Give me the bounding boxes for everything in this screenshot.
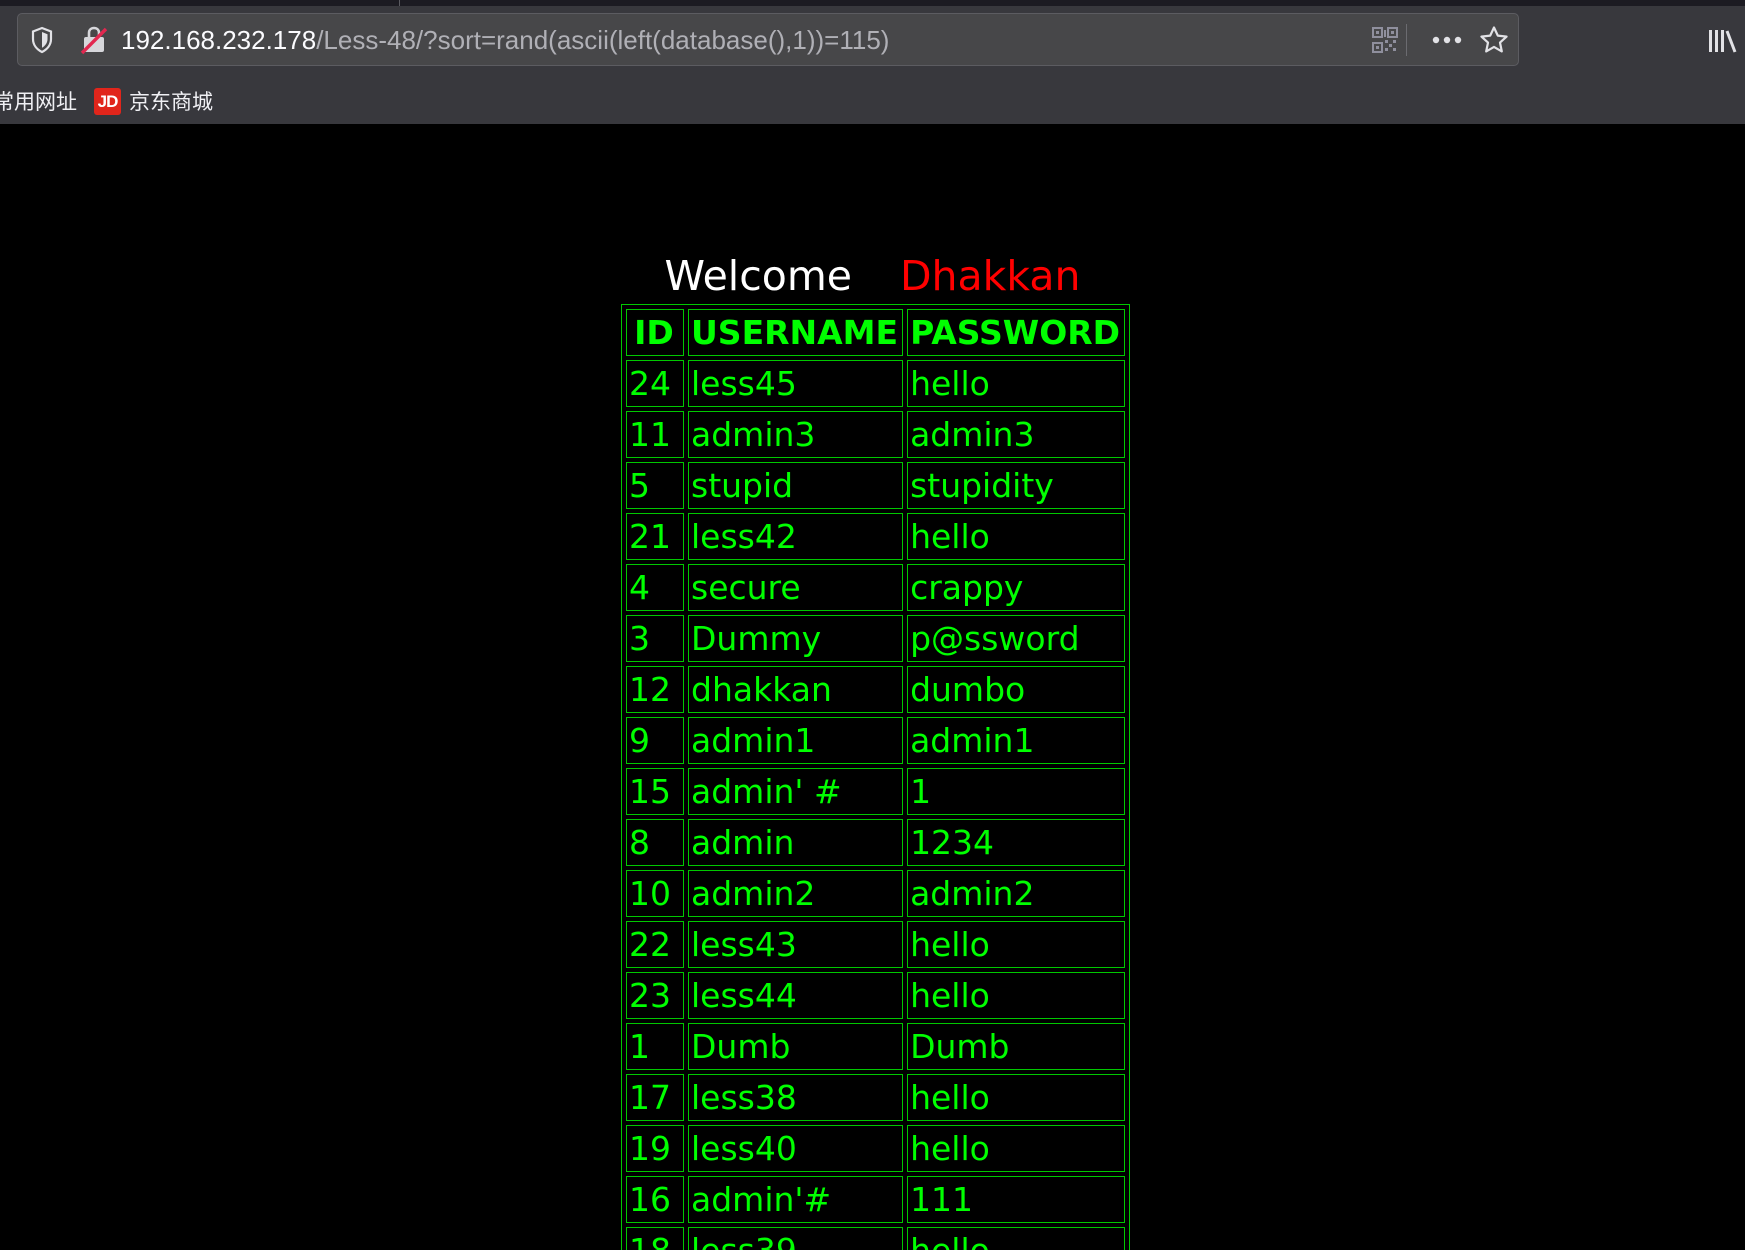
url-host: 192.168.232.178 [121, 25, 317, 55]
cell-username: admin1 [688, 717, 904, 764]
browser-chrome: 192.168.232.178/Less-48/?sort=rand(ascii… [0, 0, 1745, 124]
cell-password: 1234 [907, 819, 1126, 866]
column-header-username: USERNAME [688, 309, 904, 356]
table-row: 10 admin2 admin2 [626, 870, 1126, 917]
cell-username: admin' # [688, 768, 904, 815]
cell-password: p@ssword [907, 615, 1126, 662]
jd-logo-icon: JD [94, 88, 121, 115]
cell-id: 3 [626, 615, 684, 662]
cell-id: 4 [626, 564, 684, 611]
table-row: 9 admin1 admin1 [626, 717, 1126, 764]
insecure-lock-icon[interactable] [80, 25, 108, 55]
cell-id: 11 [626, 411, 684, 458]
cell-username: secure [688, 564, 904, 611]
tab-strip [0, 0, 1745, 6]
shield-icon[interactable] [30, 26, 54, 54]
bookmark-jd-mall[interactable]: 京东商城 [129, 88, 213, 116]
cell-username: less45 [688, 360, 904, 407]
cell-password: 1 [907, 768, 1126, 815]
welcome-text: Welcome [664, 252, 852, 300]
column-header-id: ID [626, 309, 684, 356]
table-row: 24 less45 hello [626, 360, 1126, 407]
users-table: ID USERNAME PASSWORD 24 less45 hello 11 admi… [621, 304, 1131, 1250]
cell-password: 111 [907, 1176, 1126, 1223]
cell-username: admin2 [688, 870, 904, 917]
cell-password: dumbo [907, 666, 1126, 713]
cell-username: less43 [688, 921, 904, 968]
cell-username: less42 [688, 513, 904, 560]
cell-username: less40 [688, 1125, 904, 1172]
cell-id: 22 [626, 921, 684, 968]
cell-username: stupid [688, 462, 904, 509]
url-text[interactable]: 192.168.232.178/Less-48/?sort=rand(ascii… [121, 24, 889, 56]
url-path: /Less-48/?sort=rand(ascii(left(database(… [316, 25, 890, 55]
cell-id: 21 [626, 513, 684, 560]
column-header-password: PASSWORD [907, 309, 1126, 356]
table-row: 21 less42 hello [626, 513, 1126, 560]
library-icon[interactable] [1707, 27, 1737, 55]
cell-username: less39 [688, 1227, 904, 1250]
cell-id: 23 [626, 972, 684, 1019]
cell-password: admin3 [907, 411, 1126, 458]
cell-id: 24 [626, 360, 684, 407]
welcome-name: Dhakkan [899, 252, 1081, 300]
qr-code-icon[interactable] [1372, 27, 1398, 53]
cell-password: crappy [907, 564, 1126, 611]
cell-password: hello [907, 921, 1126, 968]
address-bar[interactable]: 192.168.232.178/Less-48/?sort=rand(ascii… [17, 13, 1519, 66]
cell-id: 15 [626, 768, 684, 815]
tab-separator [399, 0, 400, 6]
cell-password: admin1 [907, 717, 1126, 764]
cell-id: 19 [626, 1125, 684, 1172]
cell-username: less44 [688, 972, 904, 1019]
cell-id: 10 [626, 870, 684, 917]
cell-username: Dumb [688, 1023, 904, 1070]
cell-id: 12 [626, 666, 684, 713]
cell-username: dhakkan [688, 666, 904, 713]
table-row: 15 admin' #1 [626, 768, 1126, 815]
bookmark-common-sites[interactable]: 常用网址 [0, 88, 77, 116]
welcome-heading: Welcome Dhakkan [0, 250, 1745, 302]
table-row: 8 admin 1234 [626, 819, 1126, 866]
cell-username: admin'# [688, 1176, 904, 1223]
cell-password: stupidity [907, 462, 1126, 509]
cell-id: 5 [626, 462, 684, 509]
cell-password: hello [907, 1227, 1126, 1250]
table-header-row: ID USERNAME PASSWORD [626, 309, 1126, 356]
table-row: 16 admin'# 111 [626, 1176, 1126, 1223]
cell-password: admin2 [907, 870, 1126, 917]
bookmark-star-icon[interactable] [1479, 25, 1509, 55]
cell-id: 18 [626, 1227, 684, 1250]
table-row: 23 less44 hello [626, 972, 1126, 1019]
cell-password: hello [907, 1074, 1126, 1121]
table-row: 12 dhakkan dumbo [626, 666, 1126, 713]
table-row: 11 admin3 admin3 [626, 411, 1126, 458]
table-row: 19 less40 hello [626, 1125, 1126, 1172]
table-row: 17 less38 hello [626, 1074, 1126, 1121]
cell-id: 9 [626, 717, 684, 764]
cell-username: admin [688, 819, 904, 866]
cell-id: 8 [626, 819, 684, 866]
table-row: 18less39hello [626, 1227, 1126, 1250]
cell-password: hello [907, 972, 1126, 1019]
cell-username: Dummy [688, 615, 904, 662]
cell-id: 16 [626, 1176, 684, 1223]
more-icon[interactable] [1431, 34, 1463, 46]
cell-password: hello [907, 360, 1126, 407]
table-row: 3 Dummy p@ssword [626, 615, 1126, 662]
table-row: 5 stupid stupidity [626, 462, 1126, 509]
table-row: 4 secure crappy [626, 564, 1126, 611]
table-row: 22 less43 hello [626, 921, 1126, 968]
url-divider [1406, 24, 1407, 56]
table-row: 1 Dumb Dumb [626, 1023, 1126, 1070]
page-content: Welcome Dhakkan ID USERNAME PASSWORD 24 le… [0, 124, 1745, 1250]
cell-id: 1 [626, 1023, 684, 1070]
cell-password: Dumb [907, 1023, 1126, 1070]
cell-id: 17 [626, 1074, 684, 1121]
cell-username: less38 [688, 1074, 904, 1121]
cell-password: hello [907, 513, 1126, 560]
bookmarks-toolbar: 常用网址 JD 京东商城 [0, 80, 1745, 124]
cell-password: hello [907, 1125, 1126, 1172]
cell-username: admin3 [688, 411, 904, 458]
